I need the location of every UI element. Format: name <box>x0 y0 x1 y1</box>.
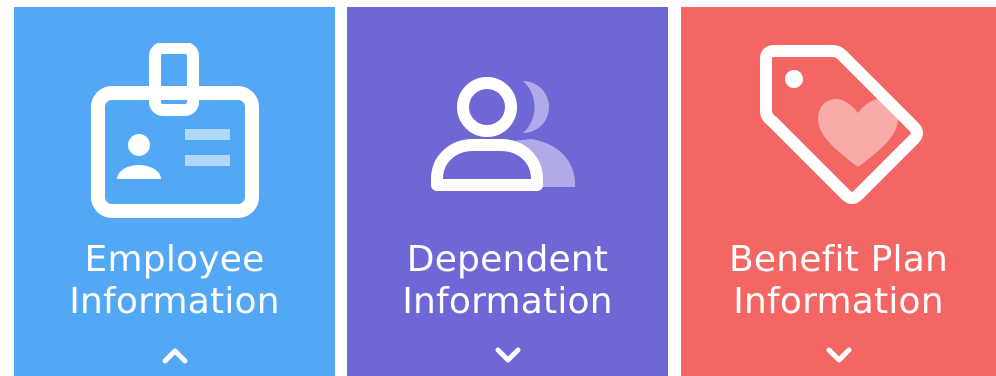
heart-tag-icon <box>759 45 923 204</box>
chevron-down-icon[interactable] <box>824 345 854 365</box>
employee-information-label: Employee Information <box>69 239 280 322</box>
chevron-up-icon[interactable] <box>160 345 190 365</box>
id-badge-icon <box>90 43 259 218</box>
benefit-plan-information-label: Benefit Plan Information <box>728 239 949 322</box>
dependent-information-tile[interactable]: Dependent Information <box>347 7 668 376</box>
chevron-down-icon[interactable] <box>493 345 523 365</box>
benefit-plan-information-tile[interactable]: Benefit Plan Information <box>681 7 996 376</box>
benefits-tiles: Employee Information Dependent Informati… <box>0 0 996 376</box>
employee-information-tile[interactable]: Employee Information <box>14 7 335 376</box>
people-icon <box>430 77 575 191</box>
dependent-information-label: Dependent Information <box>402 239 613 322</box>
